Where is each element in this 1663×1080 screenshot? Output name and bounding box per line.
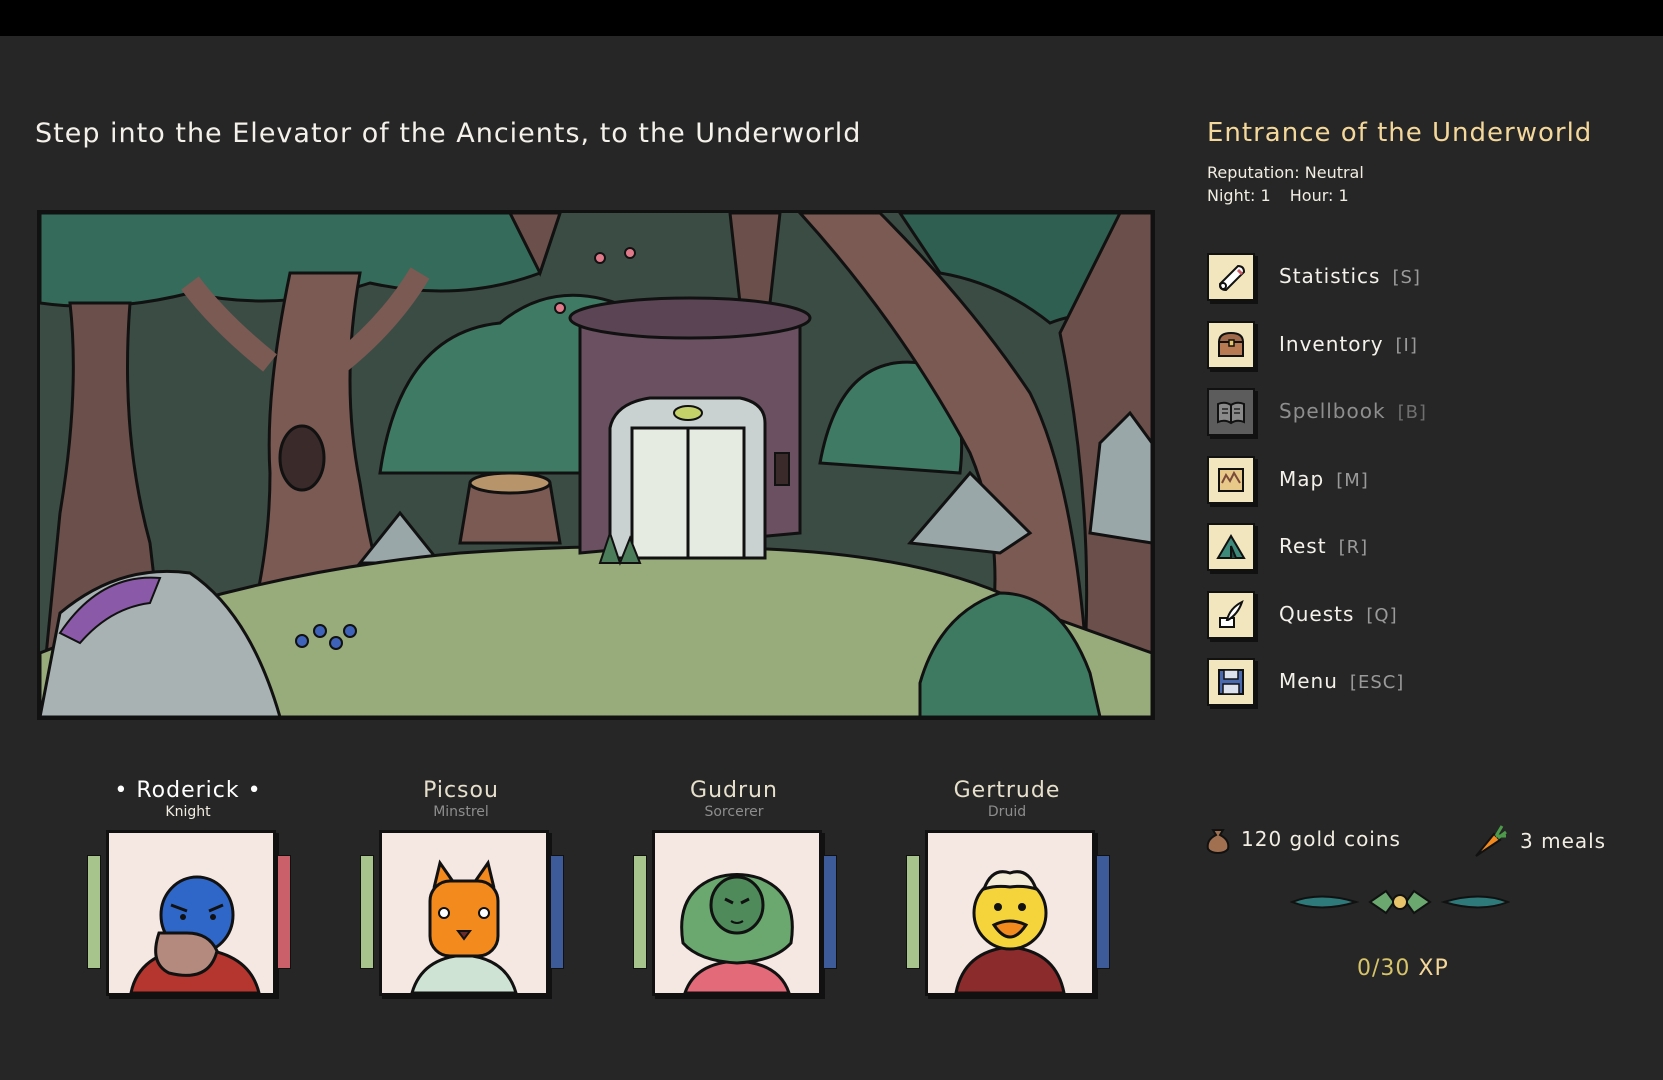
statistics-key: [S] — [1392, 267, 1421, 288]
main-menu-button[interactable]: Menu [ESC] — [1207, 658, 1627, 706]
portrait-cobra — [652, 830, 822, 996]
party-member-class: Minstrel — [433, 804, 489, 820]
party-member-picsou[interactable]: Picsou Minstrel — [336, 778, 586, 1008]
side-menu: Statistics [S] Inventory [I] Spellbook [B] … — [1207, 253, 1627, 726]
quests-button[interactable]: Quests [Q] — [1207, 590, 1627, 639]
hour-value: 1 — [1338, 186, 1349, 205]
portrait-fox — [379, 830, 549, 996]
map-icon — [1207, 455, 1255, 504]
party-member-class: Sorcerer — [704, 804, 764, 820]
rest-label: Rest — [1279, 534, 1327, 558]
meals-display: 3 meals — [1472, 824, 1606, 858]
xp-current: 0 — [1357, 956, 1372, 981]
tent-icon — [1207, 523, 1255, 571]
scroll-icon — [1207, 253, 1255, 301]
scene-title: Step into the Elevator of the Ancients, … — [35, 118, 862, 149]
party-member-roderick[interactable]: • Roderick • Knight — [63, 778, 313, 1008]
portrait-duck — [925, 830, 1095, 996]
party-member-name: • Roderick • — [114, 778, 262, 803]
gold-display: 120 gold coins — [1205, 824, 1401, 855]
hour-label: Hour: — [1289, 186, 1334, 205]
location-info: Reputation: Neutral Night: 1 Hour: 1 — [1207, 161, 1364, 207]
gold-amount: 120 gold coins — [1241, 827, 1401, 851]
menu-label: Menu — [1279, 669, 1338, 693]
health-bar — [906, 855, 920, 969]
resource-bar — [277, 855, 291, 969]
inventory-button[interactable]: Inventory [I] — [1207, 320, 1627, 369]
health-bar — [633, 855, 647, 969]
inventory-label: Inventory — [1279, 331, 1384, 356]
party-member-name: Picsou — [423, 778, 499, 803]
decorative-feather-ornament — [1289, 885, 1511, 923]
floppy-disk-icon — [1207, 658, 1255, 706]
night-label: Night: — [1207, 186, 1256, 205]
reputation-line: Reputation: Neutral — [1207, 161, 1364, 184]
rest-key: [R] — [1338, 537, 1369, 558]
party-member-gertrude[interactable]: Gertrude Druid — [882, 778, 1132, 1008]
money-bag-icon — [1205, 824, 1231, 855]
resource-bar — [1096, 855, 1110, 969]
resource-bar — [550, 855, 564, 969]
location-title: Entrance of the Underworld — [1207, 118, 1593, 148]
quests-key: [Q] — [1366, 604, 1398, 626]
reputation-value: Neutral — [1304, 163, 1364, 182]
menu-key: [ESC] — [1349, 672, 1405, 693]
reputation-label: Reputation: — [1207, 163, 1300, 182]
scene-illustration — [37, 210, 1155, 720]
inventory-key: [I] — [1395, 334, 1418, 356]
xp-max: 30 — [1380, 956, 1411, 981]
quests-label: Quests — [1279, 601, 1355, 626]
map-label: Map — [1279, 466, 1325, 491]
spellbook-label: Spellbook — [1279, 399, 1386, 423]
meals-amount: 3 meals — [1520, 829, 1607, 853]
party-member-class: Druid — [987, 804, 1027, 820]
spellbook-button[interactable]: Spellbook [B] — [1207, 388, 1627, 436]
statistics-button[interactable]: Statistics [S] — [1207, 253, 1627, 301]
time-line: Night: 1 Hour: 1 — [1207, 184, 1364, 207]
rest-button[interactable]: Rest [R] — [1207, 523, 1627, 571]
night-value: 1 — [1260, 186, 1271, 205]
portrait-platypus — [106, 830, 276, 996]
statistics-label: Statistics — [1279, 264, 1381, 288]
resource-bar — [823, 855, 837, 969]
carrot-icon — [1472, 824, 1508, 858]
health-bar — [87, 855, 101, 969]
quill-icon — [1207, 590, 1255, 639]
xp-counter: 0/30 XP — [1357, 956, 1449, 981]
book-icon — [1207, 388, 1255, 436]
party-member-gudrun[interactable]: Gudrun Sorcerer — [609, 778, 859, 1008]
party-member-class: Knight — [165, 804, 211, 820]
party-member-name: Gudrun — [690, 778, 778, 803]
health-bar — [360, 855, 374, 969]
top-letterbox-bar — [0, 0, 1663, 36]
map-key: [M] — [1336, 469, 1369, 491]
party-member-name: Gertrude — [953, 778, 1061, 803]
xp-unit: XP — [1418, 956, 1449, 981]
spellbook-key: [B] — [1397, 402, 1427, 423]
map-button[interactable]: Map [M] — [1207, 455, 1627, 504]
chest-icon — [1207, 320, 1255, 369]
